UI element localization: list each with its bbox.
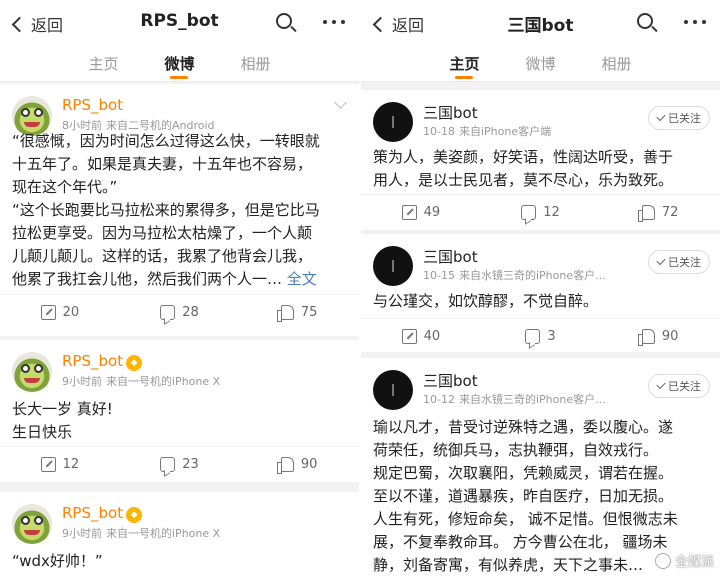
avatar[interactable] — [12, 504, 52, 544]
repost-icon — [401, 329, 417, 344]
avatar[interactable] — [373, 102, 413, 142]
post-card[interactable]: RPS_bot 8小时前 来自二号机的Android “很感慨，因为时间怎么过得这… — [0, 84, 359, 336]
comment-button[interactable]: 23 — [120, 447, 240, 482]
username[interactable]: 三国bot — [423, 102, 478, 123]
post-meta: 10-12 来自水镜三奇的iPhone客户... — [423, 391, 606, 407]
username[interactable]: RPS_bot — [62, 96, 123, 114]
repost-icon — [401, 205, 417, 220]
like-button[interactable]: 75 — [239, 295, 359, 330]
comment-button[interactable]: 28 — [120, 295, 240, 330]
chevron-down-icon[interactable] — [334, 96, 347, 109]
avatar[interactable] — [373, 246, 413, 286]
post-meta: 9小时前 来自一号机的iPhone X — [62, 525, 220, 541]
check-icon — [656, 111, 666, 122]
post-source: 来自一号机的iPhone X — [106, 527, 221, 540]
post-card[interactable]: RPS_bot ◆ 9小时前 来自一号机的iPhone X “wdx好帅！” — [0, 492, 359, 580]
post-source: 来自水镜三奇的iPhone客户... — [458, 393, 606, 406]
repost-button[interactable]: 20 — [0, 295, 120, 330]
post-meta: 10-15 来自水镜三奇的iPhone客户... — [423, 267, 606, 283]
watermark: 全媒派 — [654, 551, 714, 570]
comment-icon — [160, 457, 176, 472]
check-icon — [656, 379, 666, 390]
right-navbar: 返回 三国bot — [361, 0, 720, 46]
repost-icon — [40, 305, 56, 320]
post-actions: 49 12 72 — [361, 194, 720, 230]
right-profile-panel: 返回 三国bot 主页 微博 相册 三国bot 10-18 来自iPhone客户端… — [361, 0, 720, 580]
comment-icon — [160, 305, 176, 320]
repost-button[interactable]: 40 — [361, 319, 481, 354]
watermark-logo-icon — [654, 552, 671, 569]
check-icon — [656, 255, 666, 266]
post-actions: 20 28 75 — [0, 294, 359, 330]
like-button[interactable]: 90 — [600, 319, 720, 354]
post-source: 来自水镜三奇的iPhone客户... — [458, 269, 606, 282]
tab-home[interactable]: 主页 — [449, 46, 479, 81]
vip-badge-icon: ◆ — [126, 507, 143, 523]
post-text: 策为人，美姿颜，好笑语，性阔达听受，善于 用人，是以士民见者，莫不尽心，乐为致死… — [373, 148, 674, 189]
back-label: 返回 — [392, 16, 425, 35]
right-back-button[interactable]: 返回 — [371, 12, 424, 36]
post-card[interactable]: 三国bot 10-12 来自水镜三奇的iPhone客户... 已关注 瑜以凡才，昔… — [361, 358, 720, 580]
post-source: 来自一号机的iPhone X — [106, 375, 221, 388]
post-source: 来自iPhone客户端 — [458, 125, 552, 138]
post-time: 9小时前 — [62, 375, 102, 388]
comment-icon — [525, 329, 541, 344]
comment-icon — [521, 205, 537, 220]
more-icon[interactable] — [684, 20, 706, 24]
tab-album[interactable]: 相册 — [241, 46, 271, 81]
thumbs-up-icon — [637, 205, 655, 222]
post-text: “wdx好帅！” — [12, 552, 103, 570]
right-tabs: 主页 微博 相册 — [361, 46, 720, 82]
search-icon[interactable] — [636, 12, 658, 34]
post-actions: 12 23 90 — [0, 446, 359, 482]
tab-album[interactable]: 相册 — [602, 46, 632, 81]
post-time: 10-12 — [423, 393, 455, 406]
post-card[interactable]: 三国bot 10-18 来自iPhone客户端 已关注 策为人，美姿颜，好笑语，性… — [361, 90, 720, 230]
repost-button[interactable]: 49 — [361, 195, 481, 230]
post-time: 9小时前 — [62, 527, 102, 540]
post-card[interactable]: 三国bot 10-15 来自水镜三奇的iPhone客户... 已关注 与公瑾交，如… — [361, 234, 720, 352]
post-text: 与公瑾交，如饮醇醪，不觉自醉。 — [373, 292, 599, 310]
comment-button[interactable]: 3 — [481, 319, 601, 354]
like-button[interactable]: 90 — [239, 447, 359, 482]
avatar[interactable] — [12, 352, 52, 392]
like-button[interactable]: 72 — [600, 195, 720, 230]
post-meta: 10-18 来自iPhone客户端 — [423, 123, 551, 139]
post-text: 长大一岁 真好! 生日快乐 — [12, 400, 113, 441]
tab-weibo[interactable]: 微博 — [164, 46, 195, 81]
left-tabs: 主页 微博 相册 — [0, 46, 359, 82]
thumbs-up-icon — [276, 305, 294, 322]
username[interactable]: RPS_bot ◆ — [62, 504, 143, 523]
thumbs-up-icon — [637, 329, 655, 346]
followed-button[interactable]: 已关注 — [648, 374, 710, 398]
post-card[interactable]: RPS_bot ◆ 9小时前 来自一号机的iPhone X 长大一岁 真好! 生日快… — [0, 340, 359, 482]
chevron-left-icon — [11, 16, 28, 32]
post-time: 10-18 — [423, 125, 455, 138]
comment-button[interactable]: 12 — [481, 195, 601, 230]
full-text-link[interactable]: 全文 — [287, 270, 317, 288]
avatar[interactable] — [373, 370, 413, 410]
thumbs-up-icon — [276, 457, 294, 474]
post-meta: 9小时前 来自一号机的iPhone X — [62, 373, 220, 389]
username[interactable]: 三国bot — [423, 370, 478, 391]
back-label: 返回 — [31, 16, 64, 35]
left-back-button[interactable]: 返回 — [10, 12, 63, 36]
repost-button[interactable]: 12 — [0, 447, 120, 482]
repost-icon — [40, 457, 56, 472]
username[interactable]: 三国bot — [423, 246, 478, 267]
post-text: “很感慨，因为时间怎么过得这么快，一转眼就 十五年了。如果是真夫妻，十五年也不容… — [12, 132, 320, 288]
tab-home[interactable]: 主页 — [88, 46, 118, 81]
vip-badge-icon: ◆ — [126, 355, 143, 371]
post-actions: 40 3 90 — [361, 318, 720, 354]
left-navbar: 返回 RPS_bot — [0, 0, 359, 46]
tab-weibo[interactable]: 微博 — [525, 46, 555, 81]
post-time: 10-15 — [423, 269, 455, 282]
chevron-left-icon — [372, 16, 389, 32]
more-icon[interactable] — [323, 20, 345, 24]
username[interactable]: RPS_bot ◆ — [62, 352, 143, 371]
followed-button[interactable]: 已关注 — [648, 250, 710, 274]
left-profile-panel: 返回 RPS_bot 主页 微博 相册 RPS_bot 8小时前 来自二号机的An… — [0, 0, 359, 580]
followed-button[interactable]: 已关注 — [648, 106, 710, 130]
search-icon[interactable] — [275, 12, 297, 34]
